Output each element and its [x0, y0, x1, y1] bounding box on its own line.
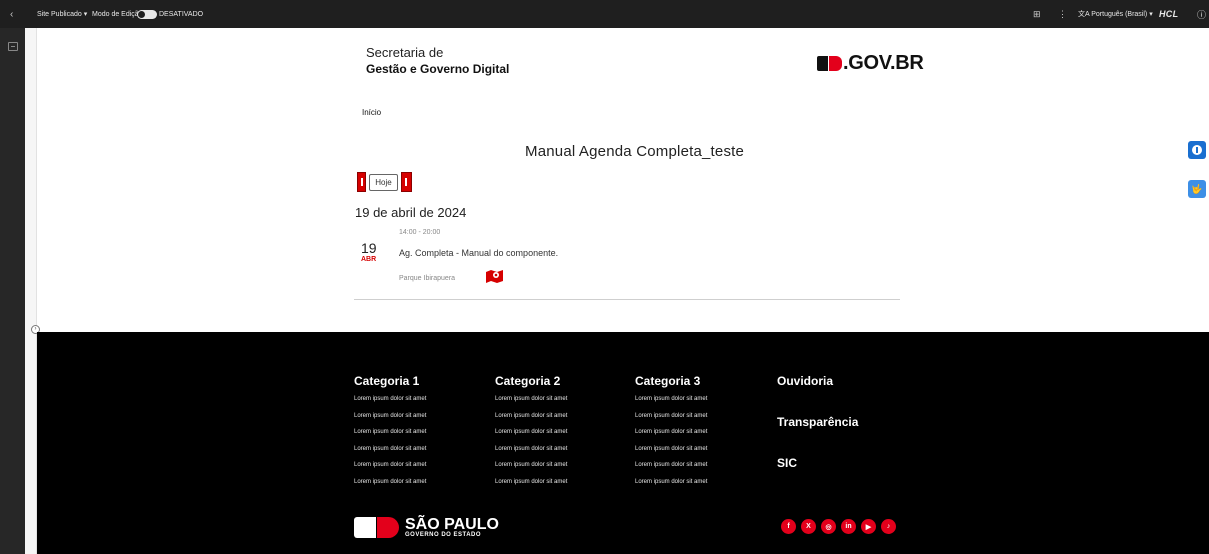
ouvidoria-link[interactable]: Ouvidoria: [777, 374, 833, 388]
footer: Categoria 1 Lorem ipsum dolor sit amet L…: [37, 332, 1209, 554]
footer-link[interactable]: Lorem ipsum dolor sit amet: [354, 413, 426, 430]
sao-paulo-logo[interactable]: SÃO PAULO GOVERNO DO ESTADO: [354, 517, 499, 538]
category-title: Categoria 3: [635, 374, 701, 388]
instagram-icon[interactable]: ◎: [821, 519, 836, 534]
today-button[interactable]: Hoje: [369, 174, 398, 191]
footer-link[interactable]: Lorem ipsum dolor sit amet: [495, 396, 567, 413]
footer-link[interactable]: Lorem ipsum dolor sit amet: [354, 446, 426, 463]
next-day-button[interactable]: [401, 172, 412, 192]
sp-gov-br-logo[interactable]: .GOV.BR: [817, 52, 924, 75]
libras-button[interactable]: 🤟: [1188, 180, 1206, 198]
footer-link[interactable]: Lorem ipsum dolor sit amet: [354, 479, 426, 496]
event-divider: [354, 299, 900, 300]
footer-category-1: Categoria 1 Lorem ipsum dolor sit amet L…: [354, 374, 426, 495]
footer-link[interactable]: Lorem ipsum dolor sit amet: [635, 396, 707, 413]
linkedin-icon[interactable]: in: [841, 519, 856, 534]
chevron-left-icon[interactable]: ‹: [10, 0, 13, 28]
logo-red-block: [829, 56, 842, 71]
footer-category-2: Categoria 2 Lorem ipsum dolor sit amet L…: [495, 374, 567, 495]
language-selector[interactable]: 文A Português (Brasil) ▾: [1078, 0, 1153, 28]
breadcrumb-home[interactable]: Início: [362, 108, 381, 117]
footer-link[interactable]: Lorem ipsum dolor sit amet: [495, 479, 567, 496]
footer-link[interactable]: Lorem ipsum dolor sit amet: [354, 429, 426, 446]
x-icon[interactable]: X: [801, 519, 816, 534]
footer-link[interactable]: Lorem ipsum dolor sit amet: [635, 479, 707, 496]
event-month: ABR: [361, 256, 377, 263]
category-title: Categoria 2: [495, 374, 561, 388]
footer-category-3: Categoria 3 Lorem ipsum dolor sit amet L…: [635, 374, 707, 495]
footer-link[interactable]: Lorem ipsum dolor sit amet: [495, 429, 567, 446]
top-toolbar: ‹ Site Publicado ▾ Modo de Edição DESATI…: [0, 0, 1209, 28]
logo-black-block: [817, 56, 828, 71]
logo-red-block: [377, 517, 399, 538]
footer-link[interactable]: Lorem ipsum dolor sit amet: [495, 446, 567, 463]
social-links: f X ◎ in ▶ ♪: [781, 519, 896, 534]
logo-text-group: SÃO PAULO GOVERNO DO ESTADO: [405, 516, 499, 539]
info-icon[interactable]: ⓘ: [1197, 0, 1206, 28]
logo-black-block: [354, 517, 376, 538]
date-heading: 19 de abril de 2024: [355, 205, 467, 220]
prev-day-button[interactable]: [357, 172, 366, 192]
edit-mode-toggle[interactable]: [137, 10, 157, 19]
accessibility-button[interactable]: [1188, 141, 1206, 159]
side-panel-divider: [25, 28, 37, 554]
page-title: Manual Agenda Completa_teste: [525, 143, 745, 160]
footer-link[interactable]: Lorem ipsum dolor sit amet: [635, 462, 707, 479]
grid-icon[interactable]: ⊞: [1033, 0, 1041, 28]
event-time: 14:00 - 20:00: [399, 229, 441, 236]
footer-link[interactable]: Lorem ipsum dolor sit amet: [635, 446, 707, 463]
category-title: Categoria 1: [354, 374, 420, 388]
secretaria-header: Secretaria de Gestão e Governo Digital: [366, 45, 509, 76]
edit-mode-status: DESATIVADO: [159, 10, 204, 18]
footer-link[interactable]: Lorem ipsum dolor sit amet: [635, 413, 707, 430]
map-pin-icon[interactable]: [486, 270, 503, 283]
logo-title: SÃO PAULO: [405, 516, 499, 533]
footer-link[interactable]: Lorem ipsum dolor sit amet: [495, 413, 567, 430]
secretaria-line2: Gestão e Governo Digital: [366, 62, 510, 76]
edit-mode-label: Modo de Edição: [92, 10, 143, 18]
secretaria-line1: Secretaria de: [366, 45, 444, 60]
event-day: 19: [361, 240, 377, 256]
more-options-icon[interactable]: ⋮: [1058, 0, 1067, 28]
site-selector[interactable]: Site Publicado ▾: [37, 0, 87, 28]
accessibility-icon: [1192, 145, 1202, 155]
event-title[interactable]: Ag. Completa - Manual do componente.: [399, 248, 558, 258]
hcl-logo: HCL: [1159, 9, 1179, 19]
panel-toggle-icon[interactable]: [8, 42, 18, 51]
toggle-knob: [138, 11, 145, 18]
footer-link[interactable]: Lorem ipsum dolor sit amet: [354, 396, 426, 413]
facebook-icon[interactable]: f: [781, 519, 796, 534]
event-location: Parque Ibirapuera: [399, 275, 456, 282]
left-rail: [0, 28, 25, 554]
transparencia-link[interactable]: Transparência: [777, 415, 858, 429]
logo-text: .GOV.BR: [843, 52, 924, 74]
footer-link[interactable]: Lorem ipsum dolor sit amet: [495, 462, 567, 479]
youtube-icon[interactable]: ▶: [861, 519, 876, 534]
tiktok-icon[interactable]: ♪: [881, 519, 896, 534]
sic-link[interactable]: SIC: [777, 456, 797, 470]
footer-link[interactable]: Lorem ipsum dolor sit amet: [635, 429, 707, 446]
footer-link[interactable]: Lorem ipsum dolor sit amet: [354, 462, 426, 479]
